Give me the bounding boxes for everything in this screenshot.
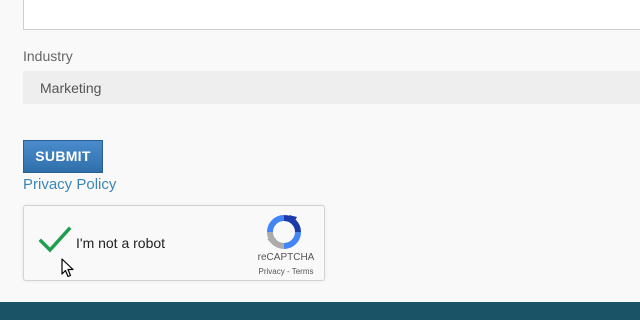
- submit-button[interactable]: SUBMIT: [23, 140, 103, 173]
- industry-select[interactable]: Marketing: [23, 71, 640, 104]
- recaptcha-checkbox-label: I'm not a robot: [76, 235, 166, 251]
- recaptcha-brand: reCAPTCHA: [257, 252, 315, 263]
- footer-bar: [0, 302, 640, 320]
- industry-select-value: Marketing: [40, 80, 102, 96]
- previous-text-field[interactable]: [23, 0, 640, 30]
- mouse-pointer-icon: [61, 258, 74, 278]
- checkmark-icon[interactable]: [38, 226, 72, 254]
- privacy-policy-link[interactable]: Privacy Policy: [23, 176, 116, 193]
- industry-label: Industry: [23, 48, 73, 64]
- recaptcha-terms-links[interactable]: Privacy - Terms: [254, 267, 318, 276]
- recaptcha-logo-icon: [267, 215, 301, 249]
- page: Industry Marketing SUBMIT Privacy Policy…: [0, 0, 640, 320]
